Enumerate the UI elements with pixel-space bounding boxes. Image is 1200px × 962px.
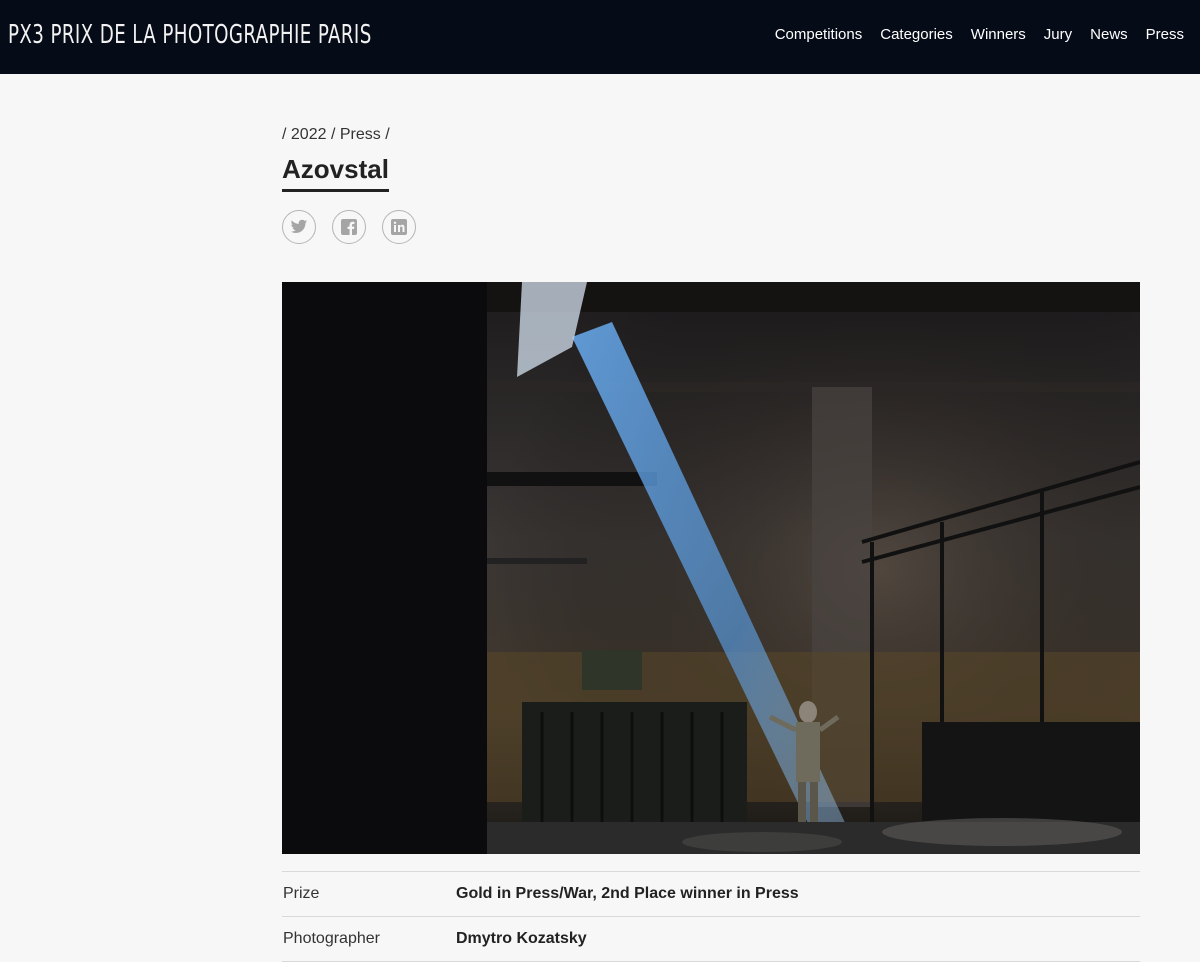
photographer-label: Photographer <box>282 916 455 962</box>
details-table: Prize Gold in Press/War, 2nd Place winne… <box>282 871 1140 962</box>
breadcrumb-year[interactable]: / 2022 <box>282 126 326 143</box>
breadcrumb-category[interactable]: / Press <box>331 126 381 143</box>
breadcrumb-separator: / <box>385 126 390 143</box>
twitter-share-button[interactable] <box>282 210 316 244</box>
main-nav: Competitions Categories Winners Jury New… <box>775 26 1184 43</box>
prize-value: Gold in Press/War, 2nd Place winner in P… <box>455 871 1140 917</box>
linkedin-icon <box>391 219 407 235</box>
breadcrumb: / 2022 / Press / <box>282 126 1140 144</box>
page-title: Azovstal <box>282 154 389 192</box>
nav-jury[interactable]: Jury <box>1044 26 1072 43</box>
nav-news[interactable]: News <box>1090 26 1128 43</box>
facebook-icon <box>341 219 357 235</box>
photographer-value[interactable]: Dmytro Kozatsky <box>455 916 1140 962</box>
prize-label: Prize <box>282 871 455 917</box>
table-row: Prize Gold in Press/War, 2nd Place winne… <box>282 871 1140 917</box>
nav-competitions[interactable]: Competitions <box>775 26 863 43</box>
linkedin-share-button[interactable] <box>382 210 416 244</box>
share-buttons <box>282 210 1140 244</box>
award-photo <box>282 282 1140 854</box>
nav-categories[interactable]: Categories <box>880 26 953 43</box>
nav-press[interactable]: Press <box>1146 26 1184 43</box>
site-logo[interactable]: PX3 PRIX DE LA PHOTOGRAPHIE PARIS <box>8 20 372 50</box>
twitter-icon <box>290 219 308 233</box>
nav-winners[interactable]: Winners <box>971 26 1026 43</box>
main-content: / 2022 / Press / Azovstal Prize Gold in … <box>282 126 1140 962</box>
table-row: Photographer Dmytro Kozatsky <box>282 916 1140 962</box>
site-header: PX3 PRIX DE LA PHOTOGRAPHIE PARIS Compet… <box>0 0 1200 74</box>
facebook-share-button[interactable] <box>332 210 366 244</box>
